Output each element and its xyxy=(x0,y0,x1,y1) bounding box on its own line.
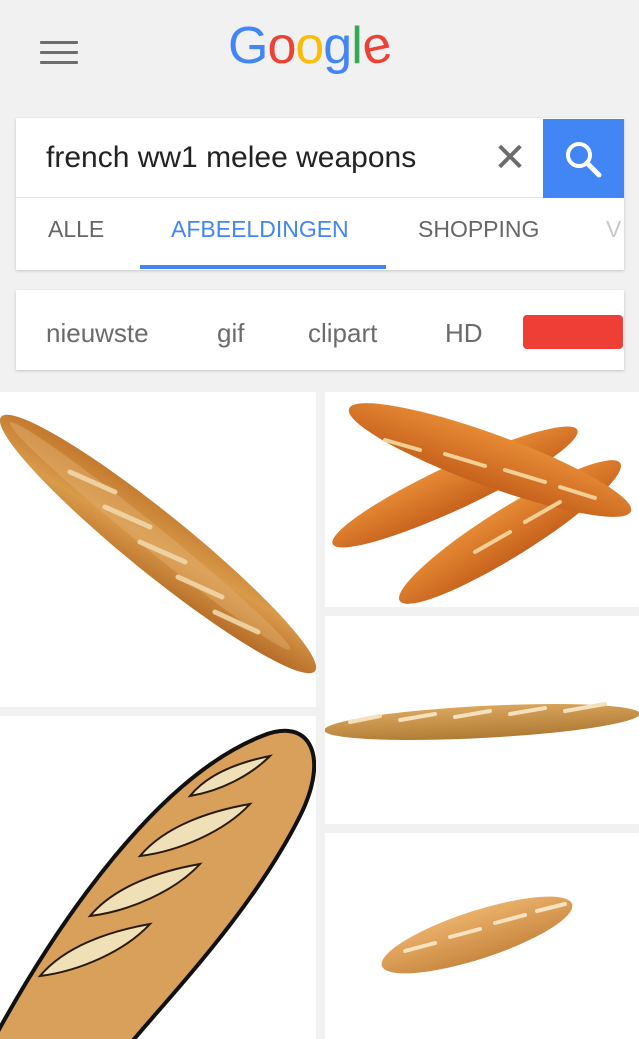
result-baguette-photo[interactable] xyxy=(0,392,316,707)
result-three-baguettes-photo[interactable] xyxy=(325,392,639,607)
google-logo[interactable]: Google xyxy=(228,15,395,78)
tab-afbeeldingen[interactable]: AFBEELDINGEN xyxy=(171,199,349,270)
logo-letter: e xyxy=(356,14,396,78)
logo-letter: o xyxy=(267,17,296,75)
search-button[interactable] xyxy=(543,119,624,198)
result-short-baguette-photo[interactable] xyxy=(325,833,639,1039)
chip-hd[interactable]: HD xyxy=(445,290,483,370)
search-row: ✕ xyxy=(16,118,624,198)
clear-icon[interactable]: ✕ xyxy=(488,136,532,180)
search-input[interactable] xyxy=(46,136,466,180)
result-baguette-clipart[interactable] xyxy=(0,716,316,1039)
chip-gif[interactable]: gif xyxy=(217,290,244,370)
chip-nieuwste[interactable]: nieuwste xyxy=(46,290,149,370)
chip-color-red[interactable] xyxy=(523,315,623,349)
tab-shopping[interactable]: SHOPPING xyxy=(418,199,539,270)
filter-chips: nieuwste gif clipart HD xyxy=(16,290,624,370)
header: Google xyxy=(0,0,639,110)
image-results xyxy=(0,392,639,1039)
result-long-baguette-photo[interactable] xyxy=(325,616,639,824)
chip-clipart[interactable]: clipart xyxy=(308,290,377,370)
hamburger-menu-icon[interactable] xyxy=(40,40,78,66)
tab-video[interactable]: V xyxy=(606,199,621,270)
logo-letter: G xyxy=(228,17,268,75)
tab-alle[interactable]: ALLE xyxy=(48,199,104,270)
tab-bar: ALLE AFBEELDINGEN SHOPPING V xyxy=(16,199,624,270)
logo-letter: g xyxy=(323,17,352,75)
logo-letter: o xyxy=(295,17,324,75)
magnifier-icon xyxy=(566,142,602,178)
search-card: ✕ ALLE AFBEELDINGEN SHOPPING V xyxy=(16,118,624,270)
active-tab-indicator xyxy=(140,265,386,269)
